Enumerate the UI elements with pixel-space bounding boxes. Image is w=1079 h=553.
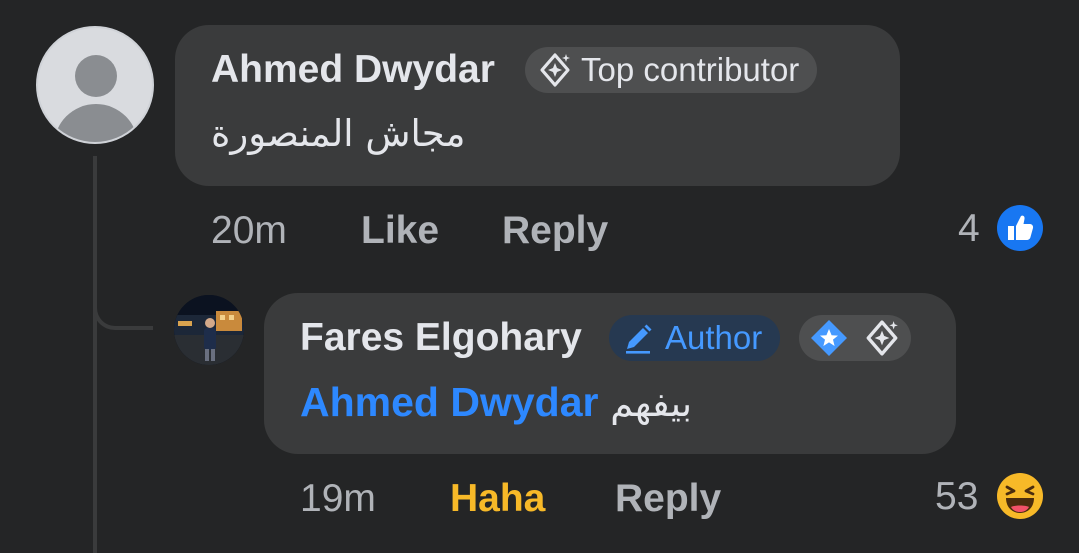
reply-text: Ahmed Dwydar بيفهم — [300, 378, 692, 428]
like-button[interactable]: Like — [361, 208, 439, 254]
reply-button[interactable]: Reply — [615, 476, 721, 522]
comment-timestamp[interactable]: 20m — [211, 208, 287, 254]
sparkle-badge-icon — [863, 319, 901, 357]
comment-author-name[interactable]: Ahmed Dwydar — [211, 47, 495, 93]
avatar[interactable] — [36, 26, 154, 144]
profile-badges[interactable] — [799, 315, 911, 361]
like-thumb-icon[interactable] — [996, 204, 1044, 252]
haha-reaction-button[interactable]: Haha — [450, 476, 545, 522]
badge-label: Top contributor — [581, 51, 800, 88]
author-badge[interactable]: Author — [609, 315, 781, 361]
default-avatar-body — [54, 104, 138, 142]
badge-label: Author — [665, 319, 763, 356]
top-contributor-badge[interactable]: Top contributor — [525, 47, 818, 93]
star-badge-icon — [809, 318, 849, 358]
reply-button[interactable]: Reply — [502, 208, 608, 254]
profile-photo-icon — [174, 295, 244, 365]
thread-connector — [93, 296, 153, 330]
reaction-count[interactable]: 53 — [935, 474, 978, 520]
sparkle-badge-icon — [537, 52, 573, 88]
mention-link[interactable]: Ahmed Dwydar — [300, 379, 598, 425]
comment-text: مجاش المنصورة — [211, 112, 466, 155]
default-avatar-head — [75, 55, 117, 97]
pencil-icon — [621, 321, 655, 355]
reaction-count[interactable]: 4 — [958, 206, 980, 252]
thread-line — [93, 156, 97, 553]
avatar[interactable] — [174, 295, 244, 365]
reply-text-body: بيفهم — [610, 382, 693, 425]
reply-author-name[interactable]: Fares Elgohary — [300, 315, 582, 361]
haha-emoji-icon[interactable] — [996, 472, 1044, 520]
reply-timestamp[interactable]: 19m — [300, 476, 376, 522]
